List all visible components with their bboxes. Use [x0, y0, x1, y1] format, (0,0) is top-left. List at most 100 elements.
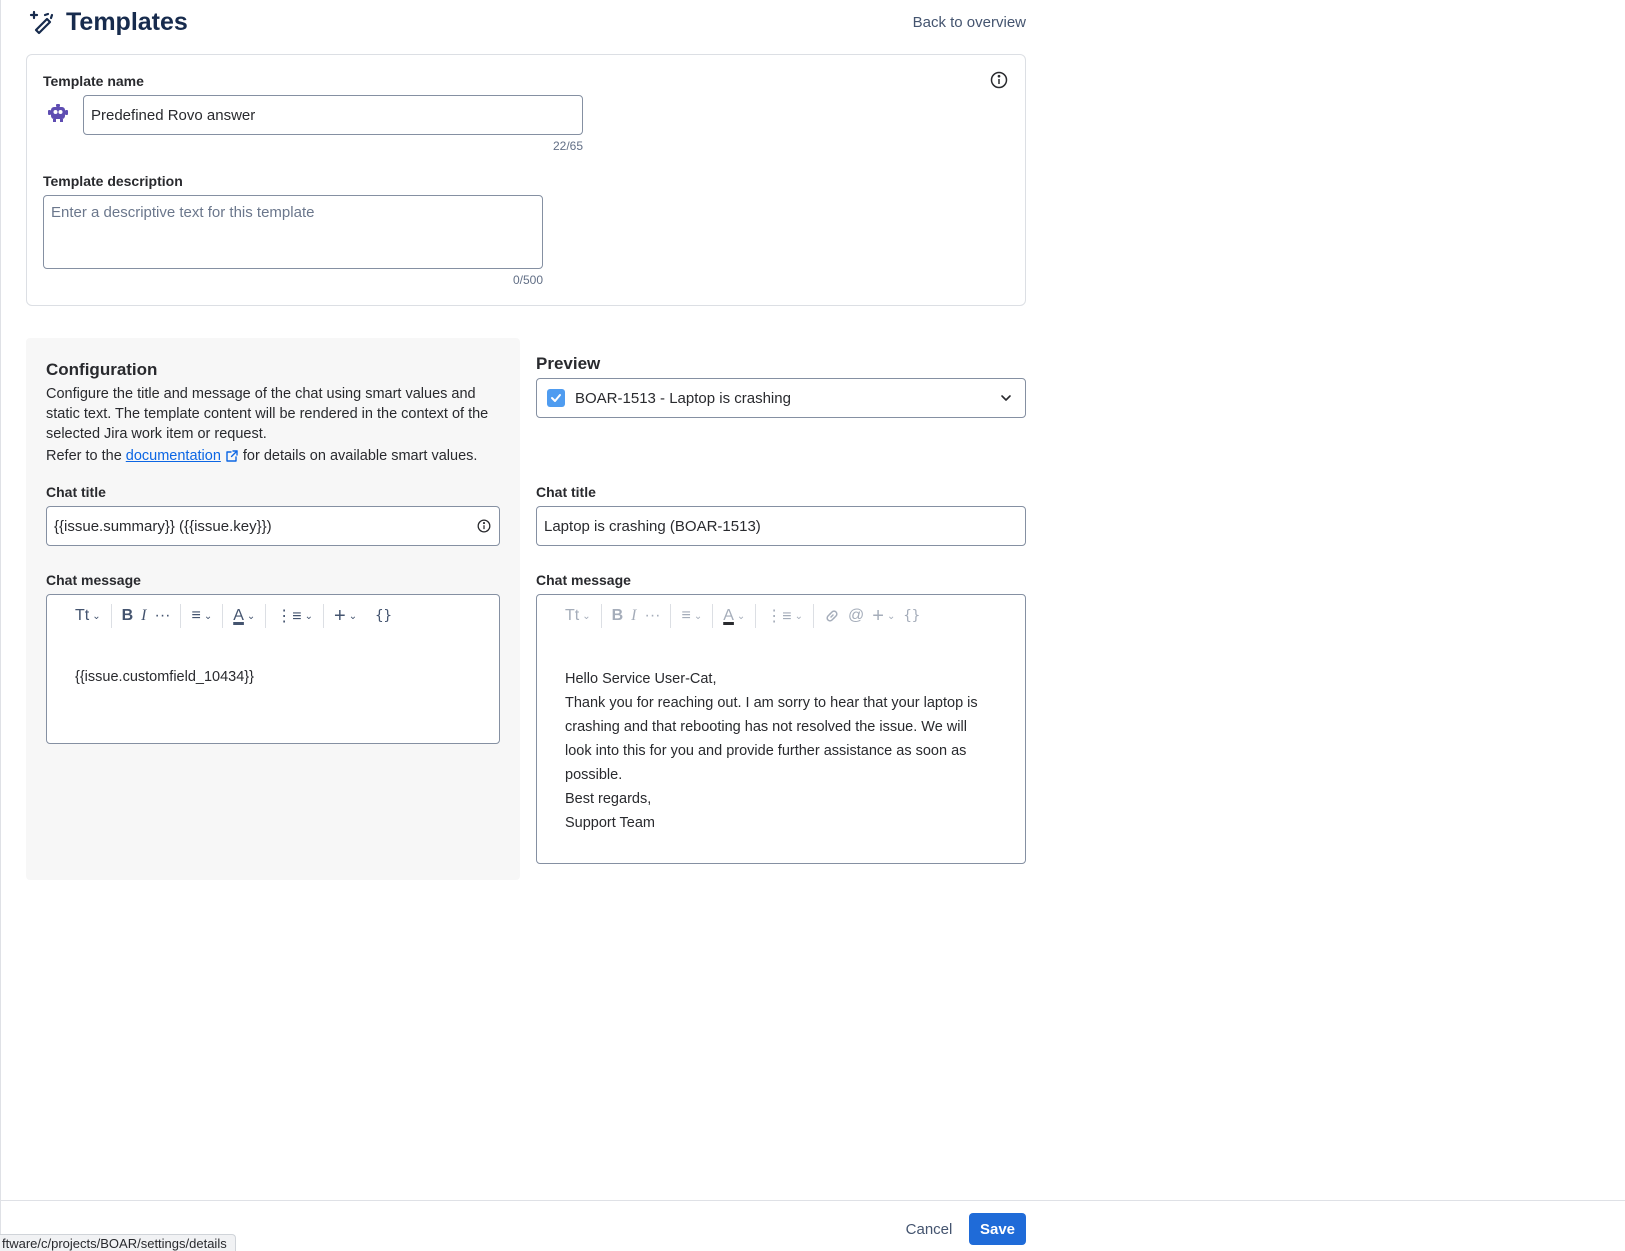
chevron-down-icon: ⌄ — [246, 610, 256, 622]
italic-button[interactable]: I — [137, 602, 150, 630]
text-style-button: Tt ⌄ — [561, 602, 595, 630]
template-name-input[interactable]: Predefined Rovo answer — [83, 95, 583, 135]
config-chat-message-label: Chat message — [46, 572, 141, 588]
chevron-down-icon: ⌄ — [693, 610, 703, 622]
link-icon — [826, 610, 838, 622]
template-name-value: Predefined Rovo answer — [91, 106, 256, 124]
chevron-down-icon: ⌄ — [736, 610, 746, 622]
chevron-down-icon: ⌄ — [348, 610, 358, 622]
toolbar-divider — [712, 604, 714, 628]
config-chat-title-input[interactable]: {{issue.summary}} ({{issue.key}}) — [46, 506, 500, 546]
configuration-description: Configure the title and message of the c… — [46, 386, 489, 442]
preview-chat-message-editor: Tt ⌄ B I ··· ≡ ⌄ A ⌄ ⋮≡ ⌄ @ + ⌄ {} Hello Serv… — [536, 594, 1026, 864]
link-button — [820, 602, 844, 630]
insert-button[interactable]: + ⌄ — [330, 602, 361, 630]
align-left-icon: ≡ — [681, 607, 691, 624]
alignment-button: ≡ ⌄ — [677, 602, 706, 630]
external-link-icon[interactable] — [225, 449, 239, 463]
text-style-icon: Tt — [565, 607, 580, 624]
config-chat-title-value: {{issue.summary}} ({{issue.key}}) — [54, 517, 272, 535]
toolbar-divider — [813, 604, 815, 628]
plus-icon: + — [872, 604, 884, 627]
preview-chat-message-content: Hello Service User-Cat, Thank you for re… — [565, 667, 978, 835]
text-style-button[interactable]: Tt ⌄ — [71, 602, 105, 630]
toolbar-divider — [323, 604, 325, 628]
toolbar-divider — [110, 604, 112, 628]
preview-work-item-select[interactable]: BOAR-1513 - Laptop is crashing — [536, 378, 1026, 418]
text-color-icon: A — [723, 607, 734, 624]
bullet-list-icon: ⋮≡ — [766, 608, 792, 625]
bold-button[interactable]: B — [118, 602, 138, 630]
info-icon[interactable] — [477, 519, 491, 537]
message-line: Best regards, — [565, 791, 652, 807]
message-line: look into this for you and provide furth… — [565, 743, 967, 759]
rovo-agent-icon[interactable] — [47, 102, 69, 128]
preview-chat-title-label: Chat title — [536, 484, 596, 500]
page-left-border — [0, 0, 1, 1251]
chevron-down-icon: ⌄ — [582, 610, 591, 622]
toolbar-divider — [670, 604, 672, 628]
toolbar-divider — [755, 604, 757, 628]
toolbar-divider — [222, 604, 224, 628]
configuration-title: Configuration — [46, 360, 158, 379]
documentation-reference: Refer to the documentation for details o… — [46, 448, 477, 464]
text-style-icon: Tt — [75, 607, 90, 624]
template-description-textarea[interactable]: Enter a descriptive text for this templa… — [43, 195, 543, 269]
chevron-down-icon: ⌄ — [92, 610, 101, 622]
config-chat-message-editor[interactable]: Tt ⌄ B I ··· ≡ ⌄ A ⌄ ⋮≡ ⌄ + ⌄ {} {{issue.cust… — [46, 594, 500, 744]
footer-divider — [0, 1200, 1625, 1201]
cancel-button[interactable]: Cancel — [900, 1214, 958, 1244]
magic-wand-icon — [28, 8, 56, 36]
info-icon[interactable] — [990, 71, 1008, 93]
list-button: ⋮≡ ⌄ — [762, 602, 807, 630]
at-sign-icon: @ — [848, 607, 865, 624]
chevron-down-icon: ⌄ — [304, 610, 314, 622]
template-description-placeholder: Enter a descriptive text for this templa… — [51, 204, 315, 221]
checkbox-checked-icon — [547, 389, 565, 407]
smart-values-button: {} — [899, 602, 924, 630]
preview-chat-title-field: Laptop is crashing (BOAR-1513) — [536, 506, 1026, 546]
more-formatting-button[interactable]: ··· — [151, 602, 175, 630]
toolbar-divider — [600, 604, 602, 628]
preview-title: Preview — [536, 354, 601, 373]
insert-button: + ⌄ — [868, 602, 899, 630]
alignment-button[interactable]: ≡ ⌄ — [187, 602, 216, 630]
template-name-label: Template name — [43, 73, 144, 89]
list-button[interactable]: ⋮≡ ⌄ — [272, 602, 317, 630]
plus-icon: + — [334, 604, 346, 627]
message-line: possible. — [565, 767, 623, 783]
page-title: Templates — [66, 7, 188, 36]
preview-chat-title-value: Laptop is crashing (BOAR-1513) — [544, 517, 761, 535]
message-line: Thank you for reaching out. I am sorry t… — [565, 695, 978, 711]
documentation-link[interactable]: documentation — [126, 448, 221, 464]
chevron-down-icon: ⌄ — [203, 610, 213, 622]
config-chat-message-content: {{issue.customfield_10434}} — [75, 669, 254, 685]
page-header: Templates Back to overview — [28, 6, 1026, 38]
text-color-button[interactable]: A ⌄ — [229, 602, 259, 630]
message-line: crashing and that rebooting has not reso… — [565, 719, 967, 735]
back-to-overview-link[interactable]: Back to overview — [913, 14, 1026, 31]
bullet-list-icon: ⋮≡ — [276, 608, 302, 625]
template-description-label: Template description — [43, 173, 183, 189]
refer-suffix: for details on available smart values. — [242, 448, 478, 464]
preview-selected-item: BOAR-1513 - Laptop is crashing — [575, 389, 791, 407]
save-button[interactable]: Save — [969, 1213, 1026, 1245]
italic-button: I — [631, 607, 637, 624]
template-description-counter: 0/500 — [512, 273, 543, 287]
text-color-icon: A — [233, 607, 244, 624]
toolbar-divider — [180, 604, 182, 628]
smart-values-button[interactable]: {} — [371, 602, 396, 630]
template-name-counter: 22/65 — [552, 139, 583, 153]
preview-editor-toolbar: Tt ⌄ B I ··· ≡ ⌄ A ⌄ ⋮≡ ⌄ @ + ⌄ {} — [537, 595, 1025, 637]
bold-button: B — [611, 607, 624, 624]
text-color-button: A ⌄ — [719, 602, 749, 630]
more-formatting-button: ··· — [644, 607, 661, 624]
chevron-down-icon: ⌄ — [794, 610, 804, 622]
status-bar-url: ftware/c/projects/BOAR/settings/details — [0, 1234, 236, 1251]
message-line: Support Team — [565, 815, 656, 831]
braces-icon: {} — [903, 608, 921, 624]
mention-button: @ — [844, 602, 868, 630]
braces-icon: {} — [375, 608, 392, 624]
align-left-icon: ≡ — [191, 607, 201, 624]
editor-toolbar: Tt ⌄ B I ··· ≡ ⌄ A ⌄ ⋮≡ ⌄ + ⌄ {} — [47, 595, 499, 637]
